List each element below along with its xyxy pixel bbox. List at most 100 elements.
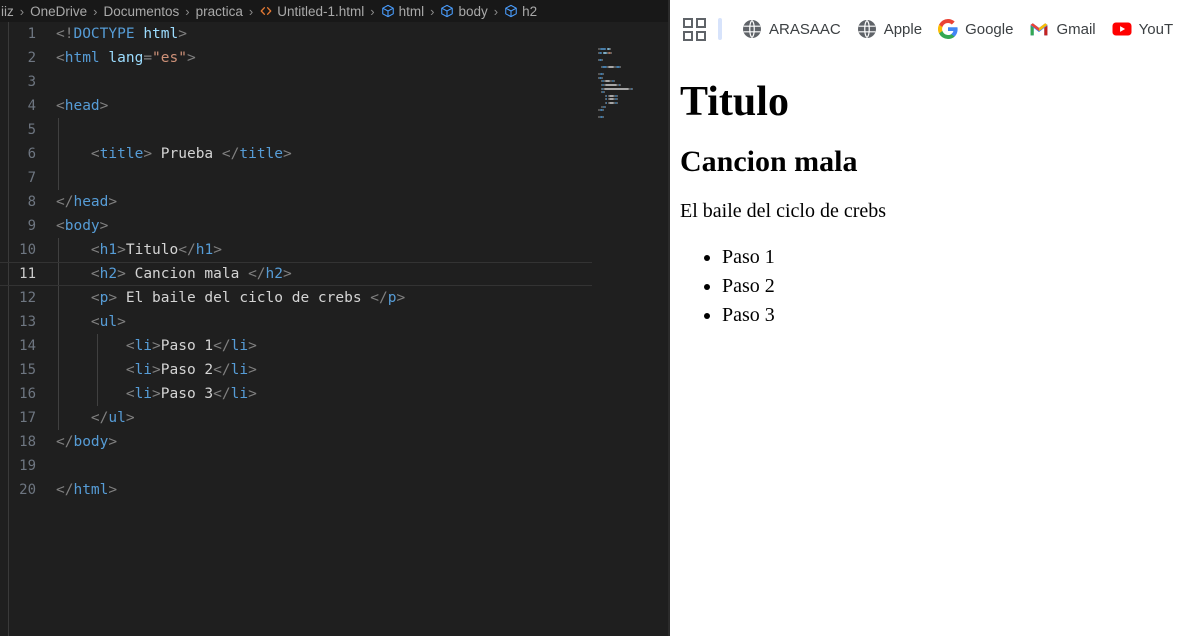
code-token: Cancion mala (125, 266, 249, 282)
code-line[interactable]: 18 </body> (0, 430, 648, 454)
code-line-text[interactable] (56, 118, 648, 142)
code-line[interactable]: 20 </html> (0, 478, 648, 502)
code-token: </ (213, 338, 231, 354)
code-line-text[interactable]: </head> (56, 190, 648, 214)
minimap-line (603, 116, 605, 119)
code-editor-pane: iiz › OneDrive › Documentos › practica › Untitle… (0, 0, 670, 636)
line-number: 19 (19, 458, 36, 474)
code-token: > (152, 338, 161, 354)
code-line-text[interactable]: <li>Paso 1</li> (56, 334, 648, 358)
line-number: 6 (27, 146, 36, 162)
list-item: Paso 3 (722, 301, 1182, 330)
breadcrumb-item-onedrive[interactable]: OneDrive (29, 4, 88, 19)
code-line[interactable]: 8 </head> (0, 190, 648, 214)
bookmark-google[interactable]: Google (930, 15, 1021, 43)
code-token: lang (108, 50, 144, 66)
code-line-list[interactable]: 1 <!DOCTYPE html> 2 <html lang="es"> 3 4 <head… (0, 22, 648, 636)
code-line[interactable]: 4 <head> (0, 94, 648, 118)
code-token: li (230, 386, 249, 402)
breadcrumb-item-h2[interactable]: h2 (503, 4, 538, 19)
code-token: h1 (99, 242, 118, 258)
breadcrumb[interactable]: iiz › OneDrive › Documentos › practica › Untitle… (0, 0, 670, 22)
bookmark-gmail[interactable]: Gmail (1021, 15, 1103, 43)
page-heading-1: Titulo (680, 79, 789, 125)
editor-body[interactable]: 1 <!DOCTYPE html> 2 <html lang="es"> 3 4 <head… (0, 22, 670, 636)
code-token: p (387, 290, 397, 306)
code-line-text[interactable]: </html> (56, 478, 648, 502)
code-line-text[interactable]: <h2> Cancion mala </h2> (56, 263, 648, 285)
line-number: 3 (27, 74, 36, 90)
code-line-text[interactable]: <html lang="es"> (56, 46, 648, 70)
code-line[interactable]: 17 </ul> (0, 406, 648, 430)
code-token: li (230, 338, 249, 354)
code-line-text[interactable]: <li>Paso 2</li> (56, 358, 648, 382)
indent-guide (58, 142, 59, 166)
code-line[interactable]: 7 (0, 166, 648, 190)
code-token: < (125, 386, 135, 402)
code-token: < (125, 338, 135, 354)
code-line-text[interactable]: <head> (56, 94, 648, 118)
code-token: html (73, 482, 109, 498)
code-line[interactable]: 15 <li>Paso 2</li> (0, 358, 648, 382)
code-line[interactable]: 6 <title> Prueba </title> (0, 142, 648, 166)
code-line-text[interactable]: <ul> (56, 310, 648, 334)
breadcrumb-item-documentos[interactable]: Documentos (102, 4, 180, 19)
code-line[interactable]: 9 <body> (0, 214, 648, 238)
code-line-text[interactable]: </ul> (56, 406, 648, 430)
code-line[interactable]: 10 <h1>Titulo</h1> (0, 238, 648, 262)
bookmarks-bar[interactable]: ARASAAC Apple Google Gmail YouT (670, 0, 1192, 58)
bookmark-arasaac[interactable]: ARASAAC (734, 15, 849, 43)
code-line[interactable]: 16 <li>Paso 3</li> (0, 382, 648, 406)
code-line[interactable]: 3 (0, 70, 648, 94)
indent-guide (58, 166, 59, 190)
breadcrumb-item-body[interactable]: body (439, 4, 488, 19)
code-token: h2 (265, 266, 284, 282)
minimap[interactable] (592, 44, 650, 636)
code-line[interactable]: 1 <!DOCTYPE html> (0, 22, 648, 46)
breadcrumb-item-html[interactable]: html (380, 4, 426, 19)
code-token: > (99, 218, 109, 234)
indent-guide (97, 382, 98, 406)
code-line[interactable]: 5 (0, 118, 648, 142)
list-item: Paso 2 (722, 272, 1182, 301)
bookmark-yout[interactable]: YouT (1104, 15, 1181, 43)
code-line[interactable]: 2 <html lang="es"> (0, 46, 648, 70)
code-line[interactable]: 11 <h2> Cancion mala </h2> (0, 262, 648, 286)
breadcrumb-item-practica[interactable]: practica (195, 4, 244, 19)
code-line-text[interactable]: <p> El baile del ciclo de crebs </p> (56, 286, 648, 310)
breadcrumb-item-label: body (458, 3, 488, 19)
code-line-text[interactable] (56, 454, 648, 478)
minimap-line (610, 48, 612, 50)
code-line-text[interactable]: <li>Paso 3</li> (56, 382, 648, 406)
code-line[interactable]: 12 <p> El baile del ciclo de crebs </p> (0, 286, 648, 310)
minimap-line (603, 109, 605, 112)
code-line-text[interactable]: </body> (56, 430, 648, 454)
line-number: 12 (19, 290, 36, 306)
code-line[interactable]: 19 (0, 454, 648, 478)
code-line[interactable]: 13 <ul> (0, 310, 648, 334)
code-line-text[interactable] (56, 166, 648, 190)
code-token: </ (56, 434, 74, 450)
code-line-text[interactable] (56, 70, 648, 94)
bookmark-label: ARASAAC (769, 20, 841, 38)
screen-root: iiz › OneDrive › Documentos › practica › Untitle… (0, 0, 1192, 636)
breadcrumb-item-iiz[interactable]: iiz (0, 4, 15, 19)
breadcrumb-item-untitled-1-html[interactable]: Untitled-1.html (258, 4, 365, 19)
code-line-text[interactable]: <h1>Titulo</h1> (56, 238, 648, 262)
code-line[interactable]: 14 <li>Paso 1</li> (0, 334, 648, 358)
line-number: 15 (19, 362, 36, 378)
code-token: > (117, 266, 126, 282)
code-line-text[interactable]: <title> Prueba </title> (56, 142, 648, 166)
code-token: < (56, 98, 65, 114)
apps-grid-icon[interactable] (682, 17, 706, 41)
symbol-cube-icon (381, 4, 395, 18)
apps-grid-square (695, 30, 706, 41)
code-line-text[interactable]: <!DOCTYPE html> (56, 22, 648, 46)
code-token: body (64, 218, 100, 234)
code-line-text[interactable]: <body> (56, 214, 648, 238)
bookmark-apple[interactable]: Apple (849, 15, 930, 43)
minimap-line (604, 105, 606, 108)
code-token: title (239, 146, 284, 162)
